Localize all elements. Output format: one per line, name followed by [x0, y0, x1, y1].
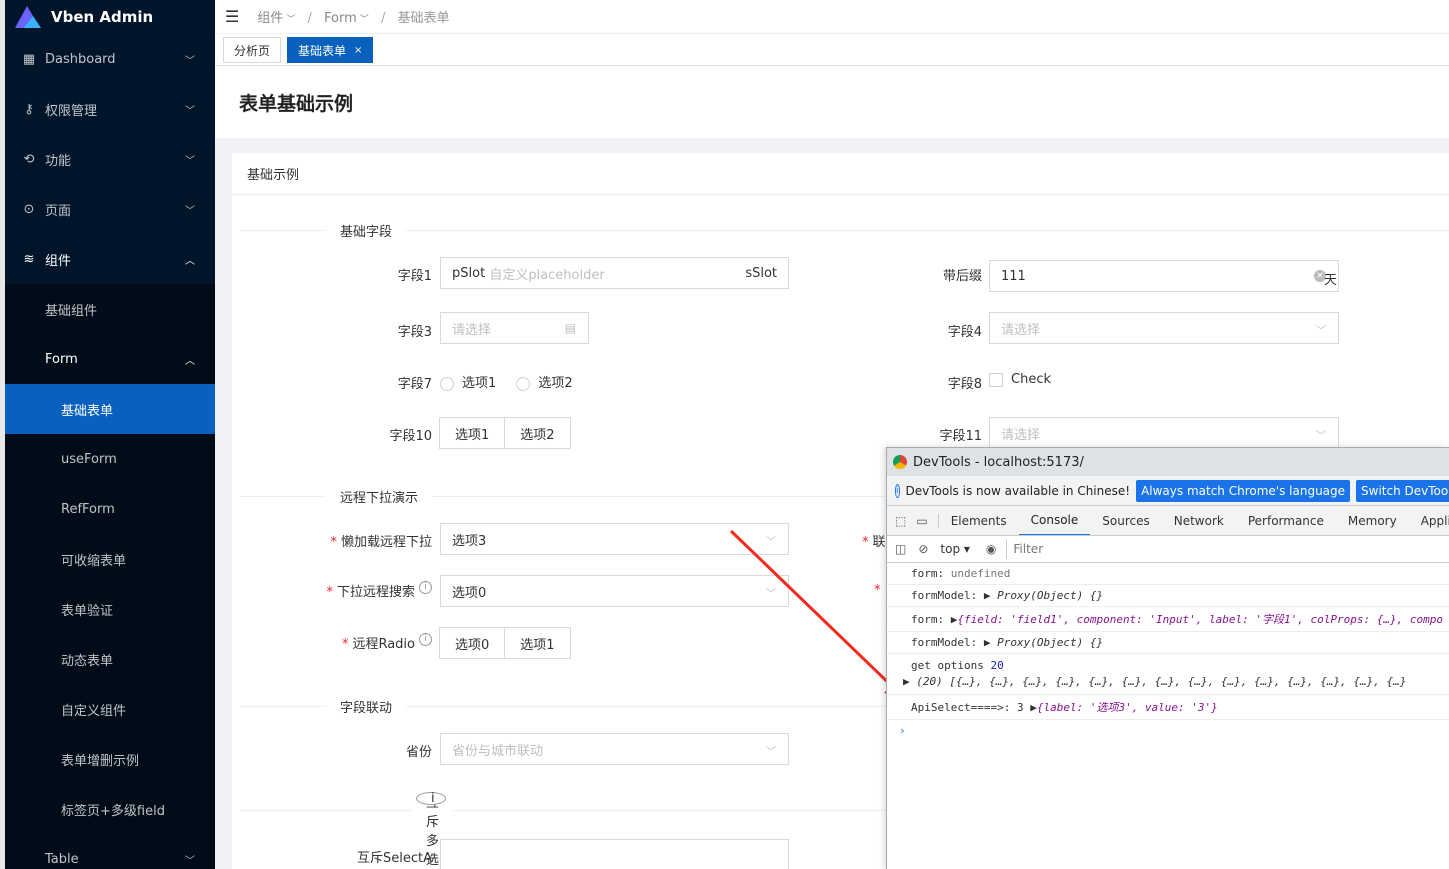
tab-performance[interactable]: Performance — [1236, 506, 1336, 535]
sidebar-toggle-icon[interactable]: ◫ — [895, 542, 906, 556]
expand-triangle-icon[interactable]: ▶ — [1030, 701, 1037, 714]
log-text: form: — [911, 613, 945, 626]
tab-elements[interactable]: Elements — [939, 506, 1019, 535]
console-log-row: form: undefined — [887, 563, 1449, 585]
devtools-tabs: ⬚ ▭ Elements Console Sources Network Per… — [887, 506, 1449, 536]
tab-console[interactable]: Console — [1018, 506, 1091, 535]
tab-application[interactable]: Applicatio — [1409, 506, 1449, 535]
log-text: formModel: — [911, 636, 978, 649]
console-log-row: ApiSelect====>: 3 ▶{label: '选项3', value:… — [887, 695, 1449, 720]
chrome-icon — [893, 455, 907, 469]
log-value: (20) [{…}, {…}, {…}, {…}, {…}, {…}, {…},… — [916, 675, 1407, 688]
devtools-titlebar: DevTools - localhost:5173/ — [887, 448, 1449, 476]
info-icon: i — [895, 483, 900, 498]
log-value: {field: 'field1', component: 'Input', la… — [957, 613, 1443, 626]
device-toggle-icon[interactable]: ▭ — [912, 513, 939, 528]
console-toolbar: ◫ ⊘ top ▾ ◉ — [887, 536, 1449, 563]
devtools-window: DevTools - localhost:5173/ i DevTools is… — [886, 447, 1449, 869]
console-log-row: form: ▶{field: 'field1', component: 'Inp… — [887, 607, 1449, 632]
log-value: 20 — [990, 659, 1004, 672]
console-output: form: undefined formModel: ▶ Proxy(Objec… — [887, 563, 1449, 741]
banner-text: DevTools is now available in Chinese! — [905, 483, 1131, 498]
expand-triangle-icon[interactable]: ▶ — [984, 589, 991, 602]
switch-language-button[interactable]: Switch DevTools to Chine — [1356, 479, 1449, 502]
match-language-button[interactable]: Always match Chrome's language — [1136, 479, 1351, 502]
log-value: Proxy(Object) {} — [997, 636, 1104, 649]
log-text: ApiSelect====>: 3 — [911, 701, 1024, 714]
tab-network[interactable]: Network — [1162, 506, 1236, 535]
inspect-icon[interactable]: ⬚ — [887, 514, 912, 528]
language-banner: i DevTools is now available in Chinese! … — [887, 476, 1449, 506]
eye-icon[interactable]: ◉ — [986, 542, 996, 556]
console-filter-input[interactable] — [1006, 539, 1387, 559]
console-log-row: get options 20 ▶ (20) [{…}, {…}, {…}, {…… — [887, 654, 1449, 695]
context-value: top — [940, 542, 961, 556]
expand-triangle-icon[interactable]: ▶ — [903, 675, 910, 688]
log-text: form: — [911, 567, 945, 580]
log-text: get options — [911, 659, 984, 672]
expand-triangle-icon[interactable]: ▶ — [984, 636, 991, 649]
console-log-row: formModel: ▶ Proxy(Object) {} — [887, 585, 1449, 607]
tab-memory[interactable]: Memory — [1336, 506, 1409, 535]
clear-console-icon[interactable]: ⊘ — [918, 542, 928, 556]
log-text: formModel: — [911, 589, 978, 602]
log-value: Proxy(Object) {} — [997, 589, 1104, 602]
log-value: {label: '选项3', value: '3'} — [1036, 701, 1218, 714]
console-log-row: formModel: ▶ Proxy(Object) {} — [887, 632, 1449, 654]
tab-sources[interactable]: Sources — [1090, 506, 1161, 535]
devtools-title: DevTools - localhost:5173/ — [913, 454, 1084, 470]
console-prompt[interactable]: › — [887, 720, 1449, 741]
context-select[interactable]: top ▾ — [940, 542, 970, 556]
log-value: undefined — [950, 567, 1011, 580]
